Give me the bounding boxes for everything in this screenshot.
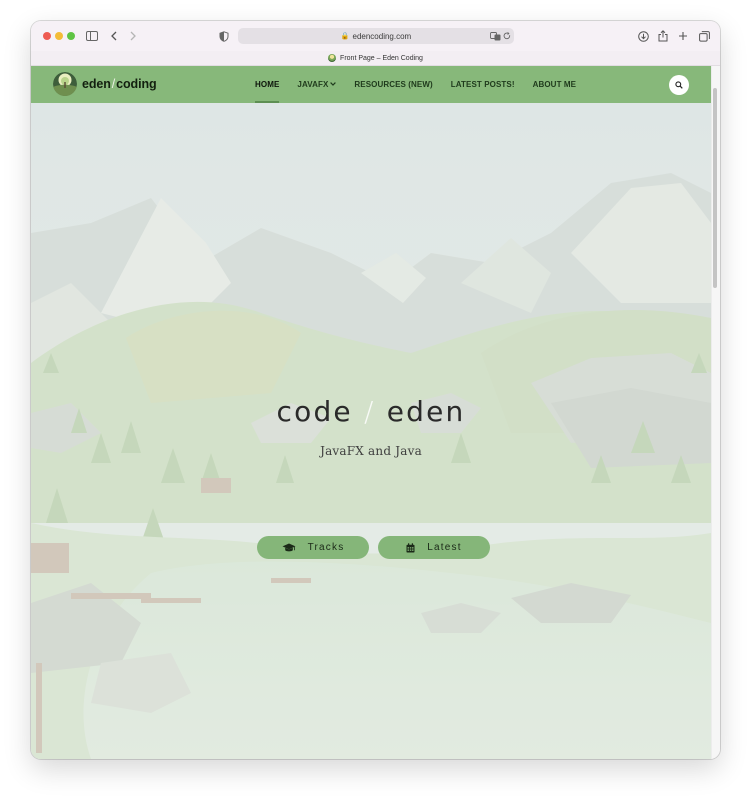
nav-item-javafx[interactable]: JAVAFX [297,66,337,103]
minimize-window-button[interactable] [55,32,63,40]
privacy-shield-icon[interactable] [215,27,233,45]
browser-window: 🔒 edencoding.com Front Page – Eden Codin… [31,21,720,759]
hero-tint-overlay [31,103,711,759]
brand-text-slash: / [111,77,116,91]
graduation-cap-icon [282,543,296,553]
search-icon [675,76,683,94]
tracks-button-label: Tracks [307,542,345,553]
hero-title-slash: / [363,395,376,428]
new-tab-icon[interactable] [674,27,692,45]
tracks-button[interactable]: Tracks [257,536,369,559]
site-brand-text: eden/coding [82,77,157,91]
sidebar-toggle-icon[interactable] [83,27,101,45]
address-bar[interactable]: 🔒 edencoding.com [238,28,514,44]
calendar-icon [406,542,415,553]
nav-item-javafx-label: JAVAFX [297,80,329,89]
brand-text-left: eden [82,77,111,91]
reload-icon[interactable] [503,30,511,42]
nav-item-home[interactable]: HOME [255,66,280,103]
site-search-button[interactable] [669,75,689,95]
hero-title-right: eden [386,395,466,428]
hero-button-group: Tracks Latest [257,536,499,559]
chevron-down-icon [330,81,337,88]
hero-subtitle: JavaFX and Java [320,444,422,458]
site-brand-link[interactable]: eden/coding [53,72,157,96]
share-icon[interactable] [654,27,672,45]
site-logo-icon [53,72,77,96]
latest-button[interactable]: Latest [378,536,490,559]
translate-icon[interactable] [490,30,501,42]
page-viewport: code / eden JavaFX and Java Tracks Lates… [31,66,711,759]
downloads-icon[interactable] [634,27,652,45]
forward-arrow-icon[interactable] [124,27,142,45]
browser-toolbar: 🔒 edencoding.com [31,21,720,51]
site-nav-menu: HOME JAVAFX RESOURCES (NEW) LATEST POSTS… [255,66,594,103]
tab-active[interactable]: Front Page – Eden Coding [31,51,720,66]
hero-title-left: code [276,395,353,428]
site-navbar: eden/coding HOME JAVAFX RESOURCES (NEW) … [31,66,711,103]
page-scrollbar-thumb[interactable] [713,88,717,288]
address-bar-url: edencoding.com [352,31,412,41]
lock-icon: 🔒 [340,33,350,40]
nav-item-resources[interactable]: RESOURCES (NEW) [354,66,432,103]
tab-overview-icon[interactable] [695,27,713,45]
nav-item-about-me[interactable]: ABOUT ME [533,66,576,103]
latest-button-label: Latest [427,542,462,553]
back-arrow-icon[interactable] [105,27,123,45]
close-window-button[interactable] [43,32,51,40]
hero-title: code / eden [31,395,711,428]
hero-section: code / eden JavaFX and Java Tracks Lates… [31,103,711,759]
nav-item-latest-posts[interactable]: LATEST POSTS! [451,66,515,103]
tab-title: Front Page – Eden Coding [340,54,423,62]
zoom-window-button[interactable] [67,32,75,40]
site-favicon-icon [328,54,337,62]
brand-text-right: coding [116,77,157,91]
